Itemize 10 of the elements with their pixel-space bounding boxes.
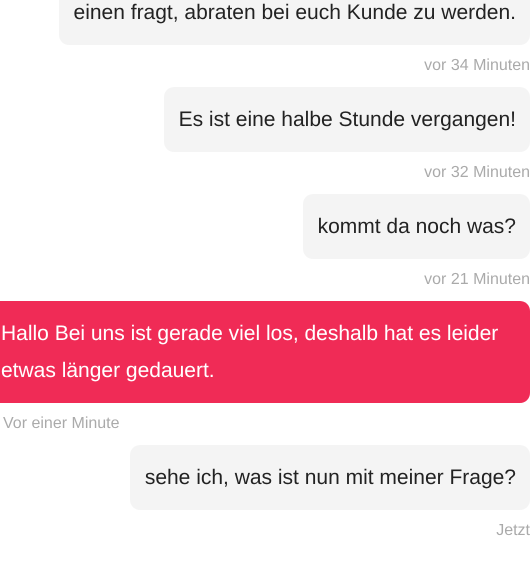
message-bubble: Hallo Bei uns ist gerade viel los, deshalb hat es leider etwas länger gedauert. xyxy=(0,301,530,403)
message-time: vor 34 Minuten xyxy=(424,56,530,76)
message-time: Vor einer Minute xyxy=(2,414,120,434)
message-bubble: kommt da noch was? xyxy=(302,194,530,259)
message-time: Jetzt xyxy=(496,521,530,541)
message-time: vor 32 Minuten xyxy=(424,163,530,183)
message-time: vor 21 Minuten xyxy=(424,270,530,290)
message-bubble: einen fragt, abraten bei euch Kunde zu werden. xyxy=(58,0,530,45)
message-bubble: Es ist eine halbe Stunde vergangen! xyxy=(164,87,530,152)
message-bubble: sehe ich, was ist nun mit meiner Frage? xyxy=(130,445,530,510)
